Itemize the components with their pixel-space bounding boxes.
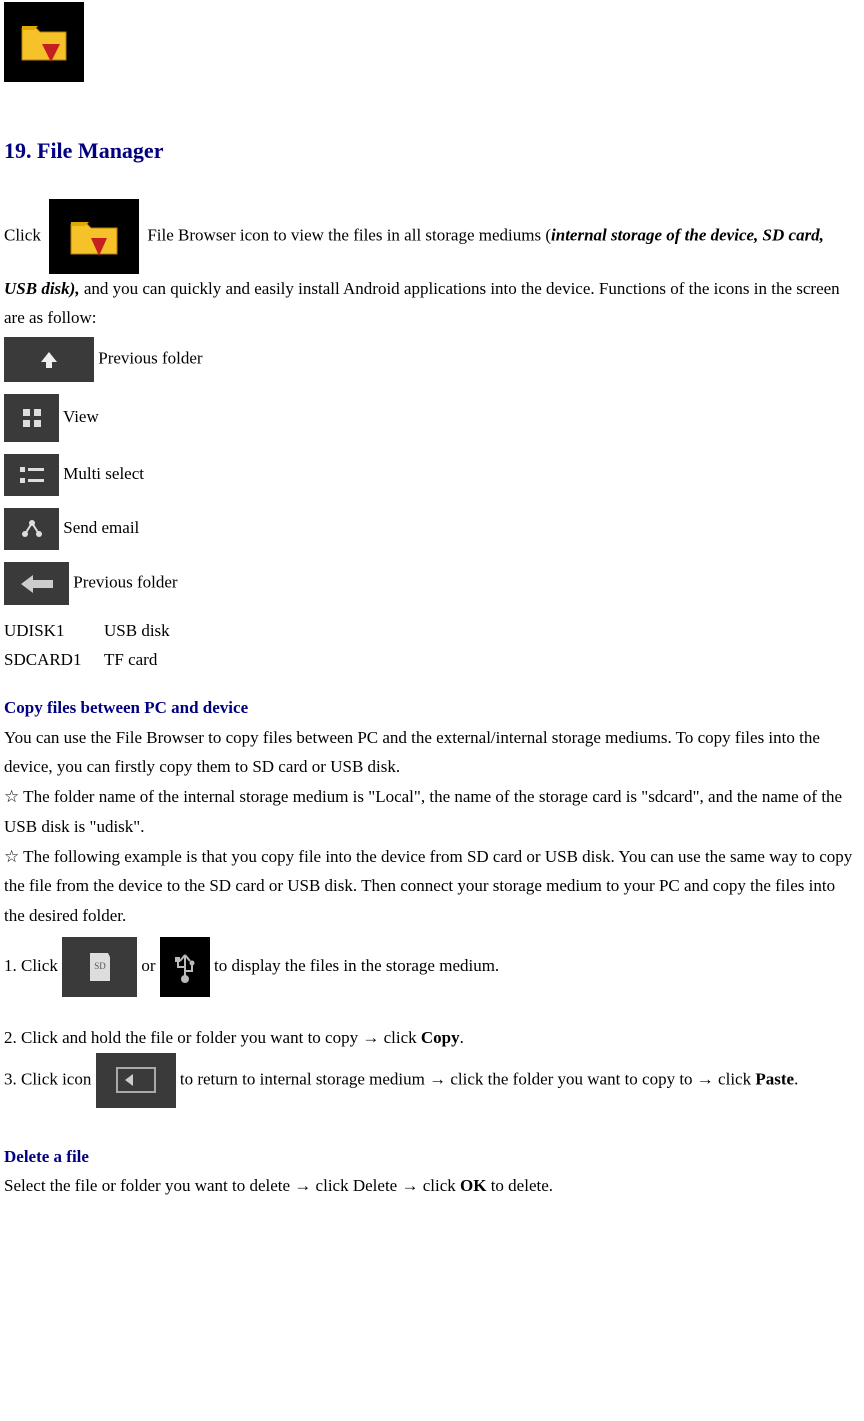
file-browser-icon: [49, 199, 139, 274]
def-key: SDCARD1: [4, 646, 104, 675]
copy-p1: You can use the File Browser to copy fil…: [4, 723, 860, 783]
file-manager-app-icon: [4, 2, 84, 82]
intro-rest: and you can quickly and easily install A…: [4, 279, 840, 328]
icon-row-back: Previous folder: [4, 562, 860, 605]
icon-row-prev: Previous folder: [4, 337, 860, 382]
intro-click: Click: [4, 225, 41, 244]
copy-star2: ☆ The following example is that you copy…: [4, 842, 860, 931]
copy-label: Copy: [421, 1028, 460, 1047]
section-heading: 19. File Manager: [4, 132, 860, 171]
icon-label: Previous folder: [73, 572, 177, 591]
icon-row-email: Send email: [4, 508, 860, 550]
return-icon: [96, 1053, 176, 1108]
step2-b: .: [460, 1028, 464, 1047]
multiselect-icon: [4, 454, 59, 496]
subsection-copy-heading: Copy files between PC and device: [4, 693, 860, 723]
step1-a: 1. Click: [4, 956, 62, 975]
sd-card-icon: SD: [62, 937, 137, 997]
icon-row-view: View: [4, 394, 860, 442]
storage-definitions: UDISK1USB disk SDCARD1TF card: [4, 617, 860, 675]
svg-text:SD: SD: [94, 961, 106, 971]
subsection-delete-heading: Delete a file: [4, 1142, 860, 1172]
intro-paragraph: Click File Browser icon to view the file…: [4, 199, 860, 334]
ok-label: OK: [460, 1176, 486, 1195]
share-icon: [4, 508, 59, 550]
step3-b: to return to internal storage medium → c…: [176, 1069, 756, 1088]
icon-label: Send email: [63, 518, 139, 537]
delete-p: Select the file or folder you want to de…: [4, 1171, 860, 1201]
paste-label: Paste: [755, 1069, 794, 1088]
icon-label: Multi select: [63, 464, 144, 483]
copy-step2: 2. Click and hold the file or folder you…: [4, 1023, 860, 1053]
delete-a: Select the file or folder you want to de…: [4, 1176, 460, 1195]
step3-c: .: [794, 1069, 798, 1088]
back-arrow-icon: [4, 562, 69, 605]
step3-a: 3. Click icon: [4, 1069, 96, 1088]
def-val: USB disk: [104, 621, 170, 640]
copy-step3: 3. Click icon to return to internal stor…: [4, 1053, 860, 1108]
icon-row-multi: Multi select: [4, 454, 860, 496]
def-key: UDISK1: [4, 617, 104, 646]
delete-b: to delete.: [486, 1176, 553, 1195]
step2-a: 2. Click and hold the file or folder you…: [4, 1028, 421, 1047]
def-val: TF card: [104, 650, 157, 669]
grid-view-icon: [4, 394, 59, 442]
usb-icon: [160, 937, 210, 997]
intro-after-icon: File Browser icon to view the files in a…: [147, 225, 551, 244]
icon-label: Previous folder: [98, 348, 202, 367]
copy-star1: ☆ The folder name of the internal storag…: [4, 782, 860, 842]
up-arrow-icon: [4, 337, 94, 382]
step1-b: or: [137, 956, 160, 975]
copy-step1: 1. Click SD or to display the files in t…: [4, 937, 860, 997]
step1-c: to display the files in the storage medi…: [210, 956, 499, 975]
icon-label: View: [63, 407, 99, 426]
